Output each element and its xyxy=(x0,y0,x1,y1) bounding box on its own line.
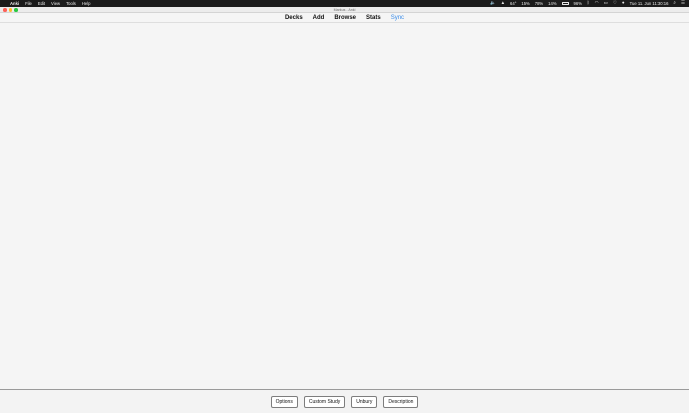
toolbar-browse-link[interactable]: Browse xyxy=(334,15,356,21)
wifi-icon[interactable]: ◠ xyxy=(595,1,599,6)
menu-edit[interactable]: Edit xyxy=(38,1,45,6)
toolbar-sync-link[interactable]: Sync xyxy=(391,15,404,21)
menu-bar-status: 🔈 ▲ 64° 15% 78% 14% 96% ᛒ ◠ ▭ ♡ ● Tue 11… xyxy=(490,1,685,6)
bluetooth-icon[interactable]: ᛒ xyxy=(587,1,590,6)
user-icon[interactable]: ● xyxy=(622,1,625,6)
status-cpu-2[interactable]: 78% xyxy=(535,1,543,6)
unbury-button[interactable]: Unbury xyxy=(351,395,378,408)
anki-toolbar: Decks Add Browse Stats Sync xyxy=(0,13,689,23)
maximize-window-button[interactable] xyxy=(14,8,18,12)
menu-app-name[interactable]: Anki xyxy=(10,1,19,6)
menu-tools[interactable]: Tools xyxy=(66,1,76,6)
heart-icon[interactable]: ♡ xyxy=(613,1,617,6)
close-window-button[interactable] xyxy=(3,8,7,12)
window-controls xyxy=(3,8,18,12)
status-cpu-3[interactable]: 14% xyxy=(548,1,556,6)
description-button[interactable]: Description xyxy=(383,395,419,408)
volume-icon[interactable]: 🔈 xyxy=(490,1,496,6)
display-icon[interactable]: ▭ xyxy=(604,1,608,6)
menu-view[interactable]: View xyxy=(51,1,60,6)
menu-help[interactable]: Help xyxy=(82,1,91,6)
options-button[interactable]: Options xyxy=(270,395,298,408)
toolbar-stats-link[interactable]: Stats xyxy=(366,15,381,21)
menu-file[interactable]: File xyxy=(25,1,32,6)
search-icon[interactable]: ⌕ xyxy=(673,1,676,6)
status-cpu-1[interactable]: 15% xyxy=(521,1,529,6)
status-temp[interactable]: 64° xyxy=(510,1,516,6)
bottom-bar: Options Custom Study Unbury Description xyxy=(0,389,689,413)
status-datetime[interactable]: Tue 11. Jun 11:30:16 xyxy=(630,1,669,6)
toolbar-decks-link[interactable]: Decks xyxy=(285,15,303,21)
minimize-window-button[interactable] xyxy=(8,8,13,12)
window-title: Markus - Anki xyxy=(333,7,356,12)
menu-icon[interactable]: ☰ xyxy=(681,1,685,6)
battery-icon[interactable] xyxy=(561,2,569,5)
macos-menu-bar: Anki File Edit View Tools Help 🔈 ▲ 64° 1… xyxy=(0,0,689,7)
custom-study-button[interactable]: Custom Study xyxy=(303,395,346,408)
menu-bar-left: Anki File Edit View Tools Help xyxy=(4,1,90,6)
main-content-area xyxy=(0,23,689,389)
toolbar-add-link[interactable]: Add xyxy=(313,15,325,21)
temperature-icon[interactable]: ▲ xyxy=(501,1,505,6)
status-battery[interactable]: 96% xyxy=(574,1,582,6)
